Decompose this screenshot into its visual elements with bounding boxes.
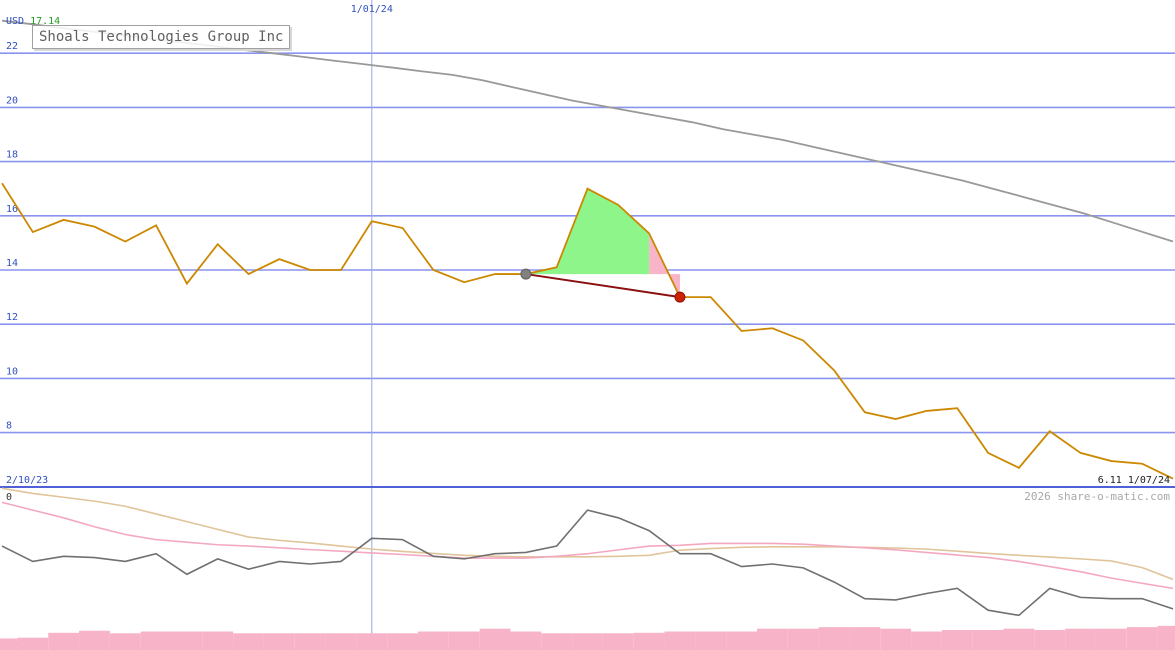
volume-bar: [79, 630, 110, 650]
volume-bar: [171, 631, 203, 650]
volume-bar: [294, 633, 326, 650]
price-chart: 2220181614121081/01/24USD 17.142/10/23 6.…: [0, 0, 1175, 650]
volume-bar: [633, 632, 665, 650]
volume-bar: [849, 627, 881, 650]
y-tick-label: 12: [6, 312, 18, 323]
volume-bar: [911, 631, 942, 650]
volume-bar: [448, 631, 480, 650]
trade-exit-marker: [674, 291, 686, 303]
volume-bar: [0, 638, 18, 650]
trade-entry-marker: [520, 268, 532, 280]
volume-bar: [972, 629, 1004, 650]
start-date-label: 2/10/23: [6, 475, 48, 486]
volume-bar: [17, 637, 49, 650]
last-value-label: 6.11 1/07/24: [1098, 475, 1170, 486]
volume-bar: [1065, 628, 1096, 650]
volume-bar: [140, 631, 172, 650]
volume-bar: [787, 628, 819, 650]
volume-bar: [695, 631, 727, 650]
volume-bar: [756, 628, 788, 650]
osc-tick-label: 0: [6, 492, 12, 503]
volume-bar: [1034, 629, 1066, 650]
y-tick-label: 10: [6, 366, 18, 377]
y-tick-label: 18: [6, 150, 18, 161]
y-tick-label: 14: [6, 258, 18, 269]
volume-bar: [325, 633, 357, 650]
volume-bar: [1095, 628, 1127, 650]
volume-bar: [387, 633, 419, 650]
watermark: 2026 share-o-matic.com: [1024, 490, 1170, 503]
y-tick-label: 22: [6, 41, 18, 52]
volume-bar: [263, 633, 295, 650]
volume-bar: [418, 631, 449, 650]
volume-bar: [941, 629, 973, 650]
year-marker-label: 1/01/24: [351, 4, 393, 15]
volume-bar: [109, 633, 141, 650]
volume-bar: [541, 633, 573, 650]
volume-bar: [233, 633, 264, 650]
volume-bar: [202, 631, 234, 650]
volume-bar: [1157, 625, 1175, 650]
y-tick-label: 20: [6, 95, 18, 106]
volume-bar: [479, 628, 511, 650]
volume-bar: [602, 633, 634, 650]
volume-bar: [818, 627, 850, 650]
volume-bar: [726, 631, 757, 650]
volume-bar: [664, 631, 696, 650]
volume-bar: [572, 633, 603, 650]
volume-bar: [1126, 627, 1158, 650]
volume-bar: [880, 628, 912, 650]
volume-bar: [1003, 628, 1035, 650]
y-tick-label: 8: [6, 421, 12, 432]
volume-bar: [48, 632, 80, 650]
volume-bar: [356, 633, 388, 650]
volume-bar: [510, 631, 542, 650]
chart-title: Shoals Technologies Group Inc: [32, 25, 291, 49]
